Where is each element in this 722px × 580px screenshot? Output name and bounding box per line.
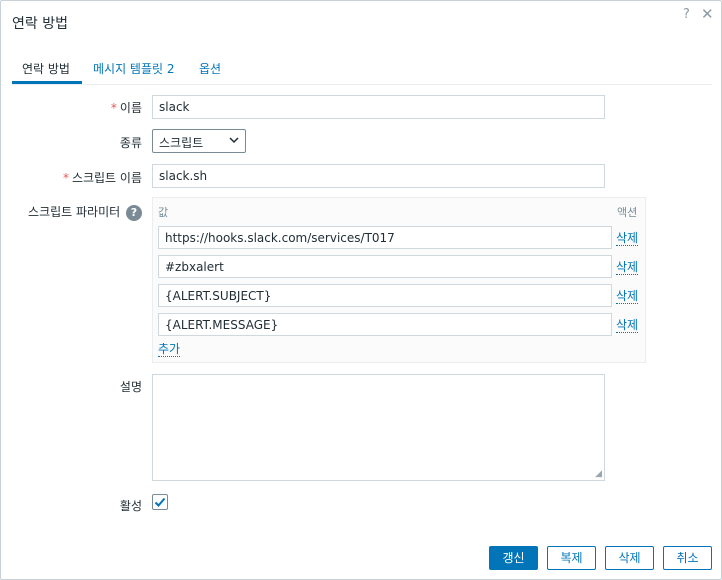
description-textarea[interactable]: ◢ [152,374,605,481]
type-label: 종류 [119,136,142,150]
name-input[interactable]: slack [152,95,605,119]
param-input[interactable]: {ALERT.MESSAGE} [158,313,612,336]
param-delete-link[interactable]: 삭제 [616,289,639,304]
script-params-table: 값 액션 https://hooks.slack.com/services/T0… [152,197,646,363]
script-name-input[interactable]: slack.sh [152,164,605,188]
checkmark-icon [154,497,166,507]
param-input[interactable]: https://hooks.slack.com/services/T017 [158,226,612,249]
params-col-action: 액션 [617,206,638,219]
param-input[interactable]: #zbxalert [158,255,612,278]
params-col-value: 값 [158,206,169,219]
script-name-label-text: 스크립트 이름 [71,171,142,185]
name-label: * 이름 [12,99,142,116]
chevron-down-icon [229,134,239,149]
param-delete-link[interactable]: 삭제 [616,260,639,275]
help-icon[interactable]: ? [126,204,142,221]
resize-handle-icon[interactable]: ◢ [595,469,602,479]
param-delete-link[interactable]: 삭제 [616,231,639,246]
description-label: 설명 [119,380,142,394]
close-icon[interactable]: ✕ [701,5,714,23]
active-tab-indicator [12,81,82,84]
media-type-dialog: 연락 방법 ? ✕ 연락 방법 메시지 템플릿 2 옵션 * 이름 slack 종… [0,0,722,580]
param-input[interactable]: {ALERT.SUBJECT} [158,284,612,307]
question-mark-icon[interactable]: ? [683,7,690,22]
script-name-label: * 스크립트 이름 [12,169,142,186]
type-select[interactable]: 스크립트 [152,129,246,153]
script-params-label: 스크립트 파라미터 ? [12,203,142,221]
param-add-link[interactable]: 추가 [158,342,181,357]
tab-message-templates-label: 메시지 템플릿 [93,62,164,76]
enabled-label: 활성 [119,499,142,513]
delete-button[interactable]: 삭제 [605,546,654,570]
tab-media-type[interactable]: 연락 방법 [22,60,70,77]
tab-bar: 연락 방법 메시지 템플릿 2 옵션 [12,59,712,85]
clone-button[interactable]: 복제 [547,546,596,570]
required-mark: * [110,101,117,115]
required-mark: * [62,171,69,185]
update-button[interactable]: 갱신 [489,546,538,570]
tab-message-templates[interactable]: 메시지 템플릿 2 [93,60,175,77]
param-delete-link[interactable]: 삭제 [616,318,639,333]
dialog-title: 연락 방법 [12,16,68,32]
tab-options[interactable]: 옵션 [199,60,221,77]
cancel-button[interactable]: 취소 [663,546,712,570]
name-label-text: 이름 [119,101,142,115]
type-select-value: 스크립트 [159,136,204,150]
tab-message-templates-count: 2 [166,62,175,76]
script-params-label-text: 스크립트 파라미터 [28,205,121,219]
enabled-checkbox[interactable] [152,494,168,510]
